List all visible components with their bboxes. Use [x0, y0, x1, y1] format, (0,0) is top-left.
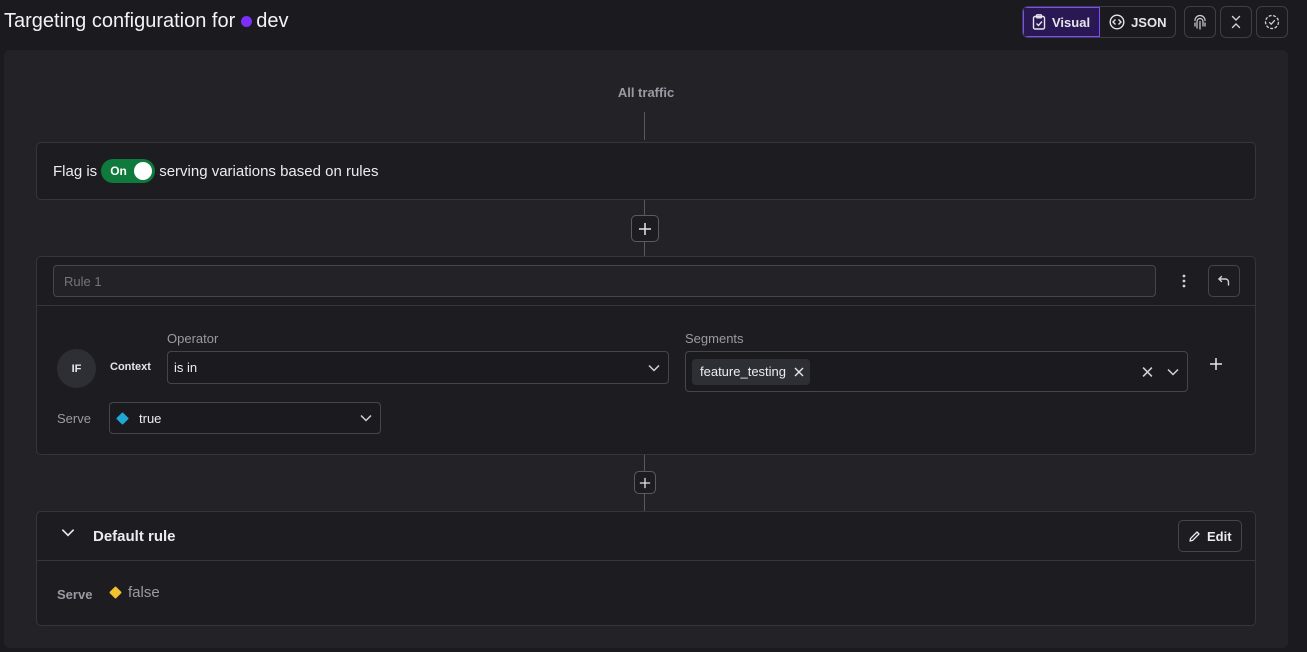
variation-diamond-icon	[116, 411, 129, 425]
segment-chip-label: feature_testing	[700, 364, 787, 379]
all-traffic-label: All traffic	[617, 85, 675, 100]
page-title: Targeting configuration for dev	[4, 10, 289, 33]
remove-segment-icon[interactable]	[794, 367, 804, 377]
json-view-button[interactable]: JSON	[1100, 7, 1175, 37]
collapse-icon	[1229, 14, 1243, 30]
fingerprint-button[interactable]	[1184, 6, 1216, 38]
collapse-all-button[interactable]	[1220, 6, 1252, 38]
default-rule-title: Default rule	[93, 528, 176, 545]
chevron-down-icon[interactable]	[61, 528, 75, 537]
chevron-down-icon	[648, 364, 660, 372]
chevron-down-icon	[1167, 368, 1179, 376]
if-badge: IF	[57, 349, 96, 388]
undo-icon	[1217, 274, 1231, 288]
environment-name: dev	[256, 10, 289, 32]
toggle-knob	[134, 162, 153, 180]
fingerprint-icon	[1192, 14, 1208, 30]
segments-select[interactable]: feature_testing	[685, 351, 1188, 392]
flag-toggle-switch[interactable]: On	[101, 159, 156, 183]
targeting-canvas: All traffic Flag is On serving variation…	[4, 50, 1288, 648]
segment-chip: feature_testing	[692, 358, 811, 385]
clipboard-icon	[1032, 14, 1046, 30]
page-title-text: Targeting configuration for	[4, 10, 236, 32]
chevron-down-icon	[360, 414, 372, 422]
add-rule-button[interactable]	[634, 471, 656, 494]
visual-view-button[interactable]: Visual	[1023, 7, 1101, 37]
variation-diamond-icon	[109, 586, 122, 599]
edit-button[interactable]: Edit	[1178, 520, 1242, 552]
serve-label: Serve	[57, 411, 91, 426]
code-icon	[1109, 14, 1125, 30]
undo-button[interactable]	[1208, 265, 1240, 297]
check-circle-icon	[1264, 14, 1280, 30]
environment-color-dot	[241, 16, 253, 27]
flag-status-suffix: serving variations based on rules	[159, 162, 379, 180]
add-clause-button[interactable]	[1209, 357, 1223, 371]
attribute-label: Context	[110, 361, 151, 373]
rule-card: IF Context Operator is in Segments featu…	[36, 256, 1256, 455]
serve-variation-select[interactable]: true	[109, 402, 381, 434]
default-rule-card: Default rule Edit Serve false	[36, 511, 1256, 626]
rule-divider	[37, 305, 1255, 306]
serve-variation-value: true	[139, 410, 162, 426]
default-serve-label: Serve	[57, 587, 93, 602]
connector-line	[644, 112, 645, 140]
add-rule-button[interactable]	[631, 215, 659, 242]
flag-status-prefix: Flag is	[53, 162, 98, 180]
plus-icon	[639, 477, 651, 489]
clear-icon[interactable]	[1142, 366, 1153, 377]
header: Targeting configuration for dev Visual J…	[0, 0, 1307, 44]
rule-menu-button[interactable]	[1174, 267, 1194, 295]
visual-view-label: Visual	[1052, 14, 1091, 30]
more-vertical-icon	[1182, 274, 1186, 288]
default-serve-text: false	[128, 584, 160, 601]
view-toggle: Visual JSON	[1022, 6, 1177, 38]
pencil-icon	[1188, 530, 1201, 543]
segments-label: Segments	[685, 331, 744, 346]
operator-value: is in	[174, 360, 198, 375]
default-rule-header: Default rule Edit	[37, 512, 1255, 561]
check-button[interactable]	[1256, 6, 1288, 38]
operator-label: Operator	[167, 331, 219, 346]
plus-icon	[1209, 357, 1223, 371]
edit-label: Edit	[1207, 528, 1232, 544]
plus-icon	[638, 222, 652, 236]
default-serve-value: false	[109, 584, 160, 601]
rule-name-input[interactable]	[53, 265, 1156, 297]
operator-select[interactable]: is in	[167, 351, 669, 384]
flag-status-card: Flag is On serving variations based on r…	[36, 142, 1256, 200]
flag-toggle-label: On	[110, 164, 127, 178]
json-view-label: JSON	[1131, 14, 1167, 30]
